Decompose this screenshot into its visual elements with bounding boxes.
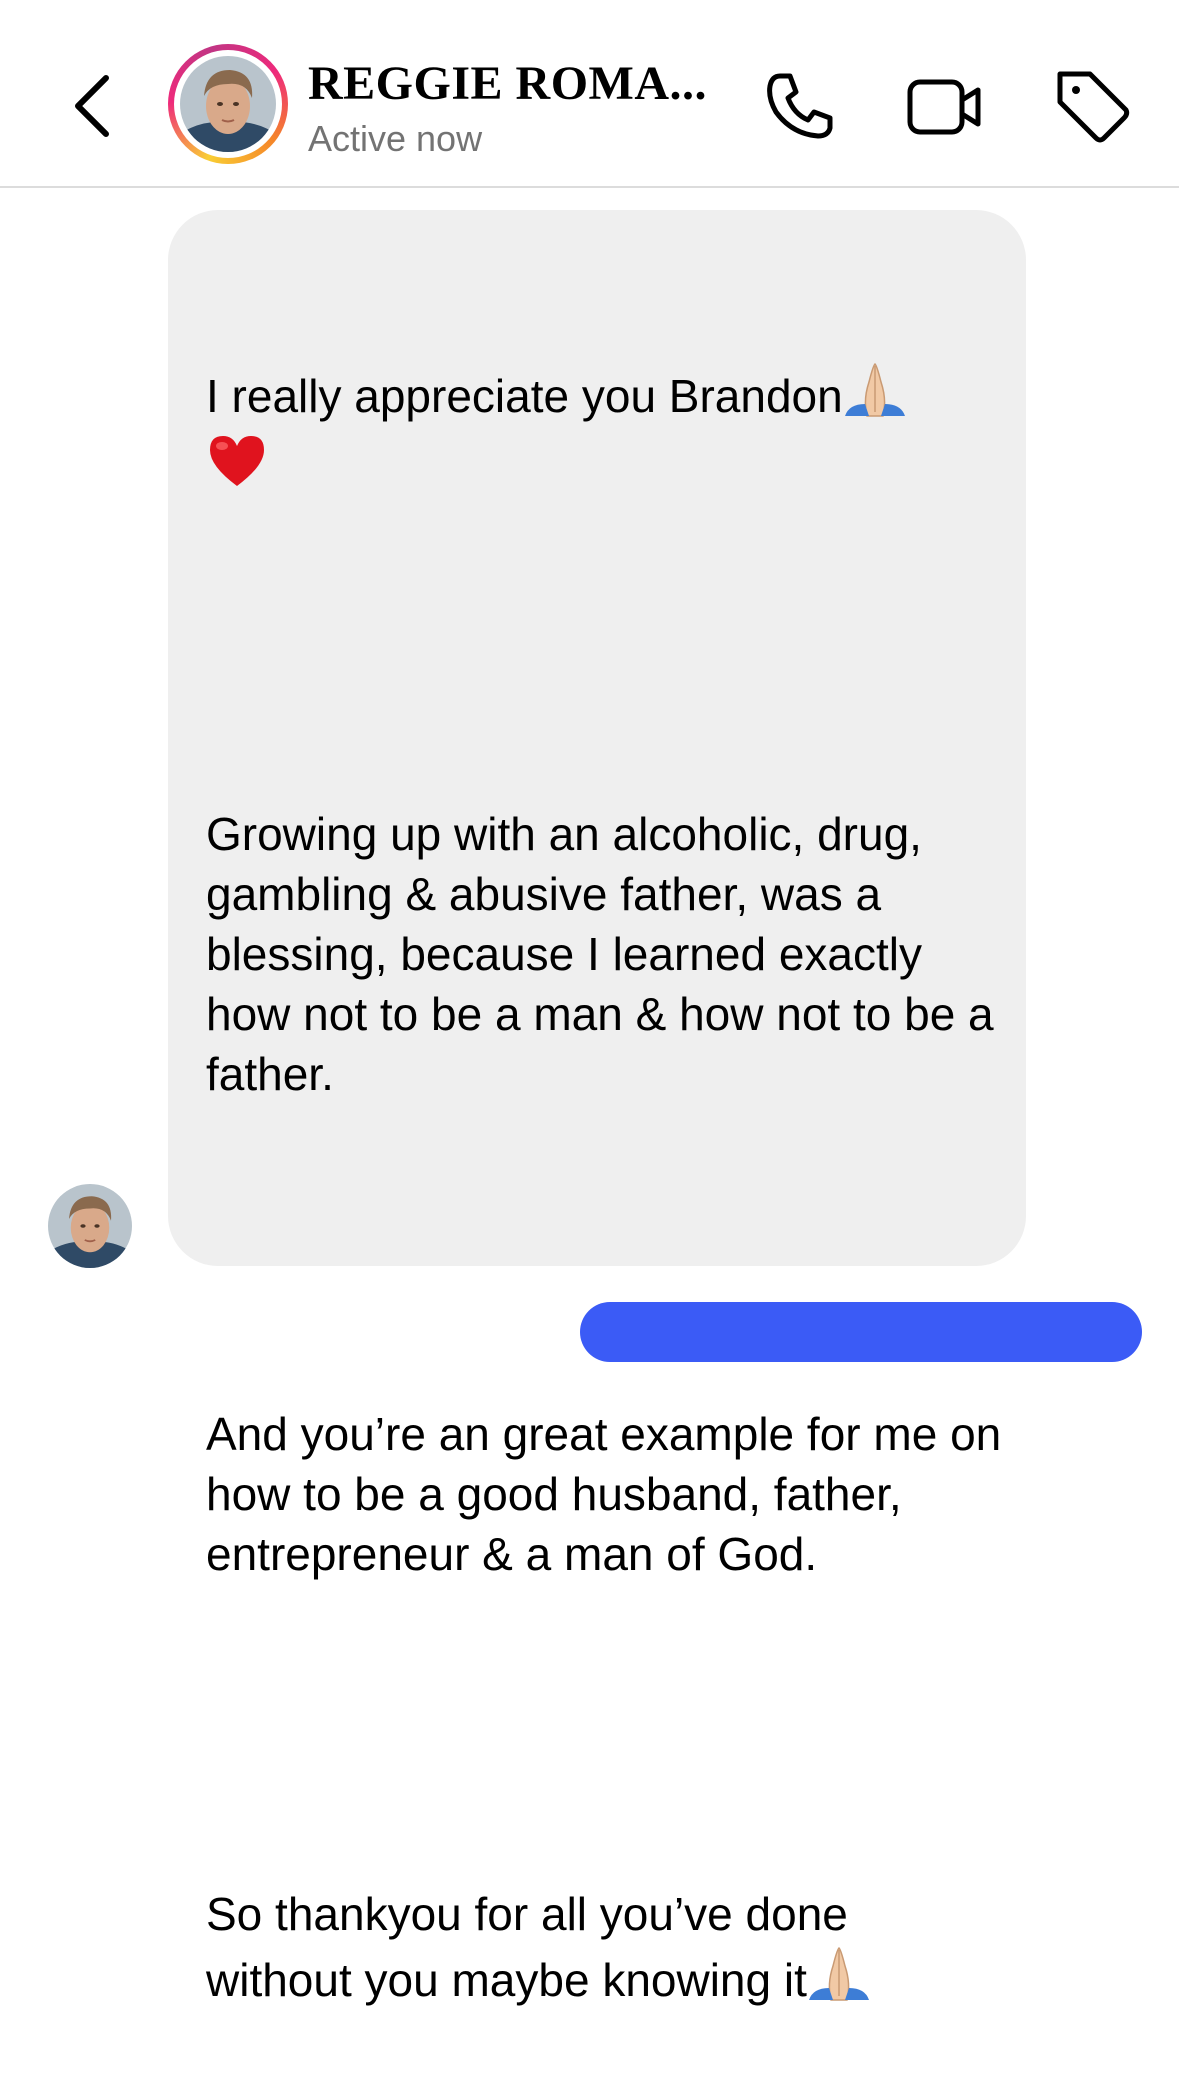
folded-hands-icon	[807, 1944, 871, 2016]
contact-name[interactable]: REGGIE ROMA...	[308, 56, 707, 111]
folded-hands-icon	[843, 360, 907, 432]
red-heart-icon	[206, 432, 268, 504]
avatar	[180, 56, 276, 152]
tag-icon[interactable]	[1052, 66, 1132, 146]
sender-avatar[interactable]	[48, 1184, 132, 1268]
message-paragraph-1: I really appreciate you Brandon	[206, 370, 843, 422]
active-status: Active now	[308, 118, 483, 159]
contact-avatar[interactable]	[168, 44, 288, 164]
outgoing-message-bubble[interactable]	[580, 1302, 1142, 1362]
message-paragraph-2: Growing up with an alcoholic, drug, gamb…	[206, 808, 1007, 1100]
chat-header: REGGIE ROMA... Active now	[0, 0, 1179, 188]
video-camera-icon[interactable]	[904, 68, 986, 144]
message-paragraph-3: And you’re an great example for me on ho…	[206, 1408, 1015, 1580]
phone-icon[interactable]	[762, 68, 838, 144]
chevron-left-icon[interactable]	[62, 68, 126, 144]
message-paragraph-4: So thankyou for all you’ve done without …	[206, 1888, 861, 2006]
message-text: I really appreciate you Brandon Growing …	[206, 240, 1006, 2076]
